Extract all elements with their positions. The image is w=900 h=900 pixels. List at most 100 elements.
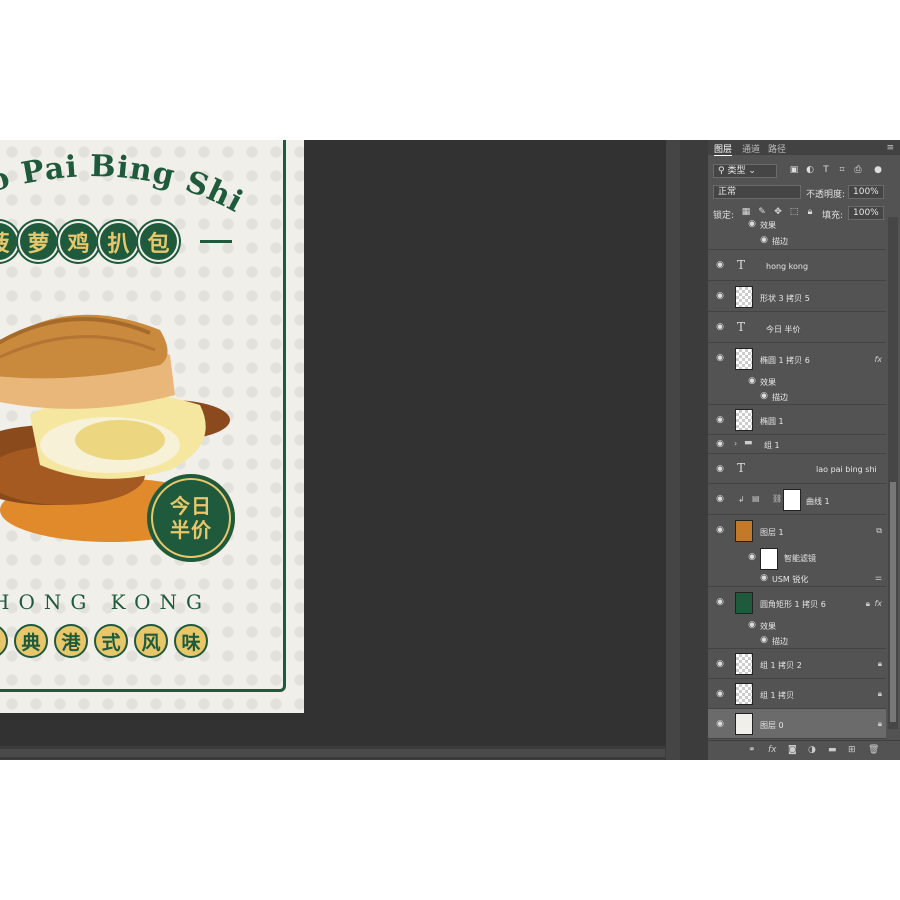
- eye-icon[interactable]: ◉: [758, 573, 770, 583]
- layer-name: 今日 半价: [766, 325, 801, 334]
- layer-name: 组 1: [764, 441, 780, 450]
- opacity-field[interactable]: 100%: [848, 185, 884, 199]
- layers-scrollbar[interactable]: [888, 217, 898, 729]
- filter-row: ⚲ 类型 ⌄ ▣ ◐ T ⌗ ⎙ ●: [708, 161, 900, 181]
- smart-filters-row[interactable]: ◉ 智能滤镜: [708, 546, 886, 570]
- layer-stroke-row[interactable]: ◉ 描边: [708, 632, 886, 649]
- new-group-icon[interactable]: ▬: [828, 745, 837, 755]
- svg-text:Lao Pai Bing Shi: Lao Pai Bing Shi: [0, 149, 249, 220]
- adjustment-filter-icon[interactable]: ◐: [804, 164, 816, 176]
- tab-layers[interactable]: 图层: [714, 142, 733, 156]
- layer-row[interactable]: ◉ 组 1 拷贝 🔒︎: [708, 679, 886, 709]
- eye-icon[interactable]: ◉: [714, 439, 726, 449]
- eye-icon[interactable]: ◉: [714, 291, 726, 301]
- eye-icon[interactable]: ◉: [746, 620, 758, 630]
- layer-thumbnail: [735, 592, 753, 614]
- layer-row[interactable]: ◉ 椭圆 1 拷贝 6 fx: [708, 343, 886, 374]
- scrollbar-thumb[interactable]: [890, 482, 896, 722]
- chevron-right-icon[interactable]: ›: [734, 439, 737, 448]
- heading-char: 萝: [20, 223, 57, 260]
- lock-icon: 🔒︎: [877, 719, 882, 728]
- filter-kind-select[interactable]: ⚲ 类型 ⌄: [713, 164, 777, 178]
- layer-thumbnail: [735, 653, 753, 675]
- layer-effects-row[interactable]: ◉ 效果: [708, 618, 886, 632]
- heading-char: 鸡: [60, 223, 97, 260]
- footer-char: 港: [54, 624, 88, 658]
- filter-options-icon[interactable]: ⚌: [875, 573, 882, 582]
- eye-icon[interactable]: ◉: [714, 415, 726, 425]
- layer-row[interactable]: ◉ 椭圆 1: [708, 405, 886, 435]
- layer-effects-row[interactable]: ◉ 效果: [708, 374, 886, 388]
- layer-row[interactable]: ◉ T hong kong: [708, 250, 886, 281]
- eye-icon[interactable]: ◉: [714, 494, 726, 504]
- eye-icon[interactable]: ◉: [714, 353, 726, 363]
- layer-row-selected[interactable]: ◉ 图层 0 🔒︎: [708, 709, 886, 739]
- link-layers-icon[interactable]: ⚭: [748, 745, 756, 755]
- panel-dock-strip: [666, 140, 708, 760]
- filter-mask-thumbnail[interactable]: [760, 548, 778, 570]
- eye-icon[interactable]: ◉: [714, 464, 726, 474]
- type-filter-icon[interactable]: T: [820, 164, 832, 176]
- horizontal-scrollbar[interactable]: [0, 746, 680, 760]
- layers-panel: 图层 通道 路径 ≡ ⚲ 类型 ⌄ ▣ ◐ T ⌗ ⎙ ● 正常 不透明度: 1…: [708, 140, 900, 760]
- eye-icon[interactable]: ◉: [758, 235, 770, 245]
- layer-group-row[interactable]: ◉ › ▬ 组 1: [708, 435, 886, 454]
- layer-row[interactable]: ◉ ↲ ▤ ⛓ 曲线 1: [708, 484, 886, 515]
- layer-stroke-row[interactable]: ◉ 描边: [708, 231, 886, 250]
- layer-name: 组 1 拷贝 2: [760, 661, 802, 670]
- layer-effects-row[interactable]: ◉ 效果: [708, 217, 886, 231]
- layer-name: 图层 0: [760, 721, 784, 730]
- eye-icon[interactable]: ◉: [758, 635, 770, 645]
- eye-icon[interactable]: ◉: [758, 391, 770, 401]
- eye-icon[interactable]: ◉: [714, 260, 726, 270]
- footer-chars: 经 典 港 式 风 味: [0, 624, 208, 658]
- filter-row[interactable]: ◉ USM 锐化 ⚌: [708, 570, 886, 587]
- layer-row[interactable]: ◉ T 今日 半价: [708, 312, 886, 343]
- delete-layer-icon[interactable]: 🗑︎: [868, 745, 879, 755]
- hong-kong-text: HONG KONG: [0, 590, 211, 614]
- layer-thumbnail: [735, 713, 753, 735]
- layer-name: 效果: [760, 378, 776, 387]
- tab-channels[interactable]: 通道: [742, 142, 760, 155]
- layer-row[interactable]: ◉ 圆角矩形 1 拷贝 6 🔒︎ fx: [708, 587, 886, 618]
- pixel-filter-icon[interactable]: ▣: [788, 164, 800, 176]
- eye-icon[interactable]: ◉: [746, 219, 758, 229]
- fx-icon[interactable]: fx: [874, 599, 882, 608]
- smartobject-filter-icon[interactable]: ⎙: [852, 164, 864, 176]
- layer-name: 描边: [772, 393, 788, 402]
- filter-toggle-icon[interactable]: ●: [872, 164, 884, 176]
- shape-filter-icon[interactable]: ⌗: [836, 164, 848, 176]
- layer-row[interactable]: ◉ 形状 3 拷贝 5: [708, 281, 886, 312]
- add-style-icon[interactable]: fx: [768, 745, 777, 755]
- blend-mode-select[interactable]: 正常: [713, 185, 801, 199]
- heading-char: 菠: [0, 223, 17, 260]
- document-canvas[interactable]: Lao Pai Bing Shi 菠 萝 鸡 扒 包 今日 半价: [0, 140, 304, 713]
- eye-icon[interactable]: ◉: [714, 689, 726, 699]
- layer-stroke-row[interactable]: ◉ 描边: [708, 388, 886, 405]
- scrollbar-thumb[interactable]: [0, 749, 665, 757]
- heading-char: 扒: [100, 223, 137, 260]
- layer-mask-thumbnail[interactable]: [783, 489, 801, 511]
- layer-name: USM 锐化: [772, 575, 809, 584]
- text-layer-icon: T: [737, 258, 746, 272]
- eye-icon[interactable]: ◉: [714, 322, 726, 332]
- new-layer-icon[interactable]: ⊞: [848, 745, 856, 755]
- layer-row[interactable]: ◉ 图层 1 ⧉: [708, 515, 886, 546]
- tab-paths[interactable]: 路径: [768, 142, 786, 155]
- eye-icon[interactable]: ◉: [746, 552, 758, 562]
- new-adjustment-icon[interactable]: ◑: [808, 745, 816, 755]
- fx-icon[interactable]: fx: [874, 355, 882, 364]
- footer-char: 式: [94, 624, 128, 658]
- eye-icon[interactable]: ◉: [714, 719, 726, 729]
- lock-icon: 🔒︎: [865, 599, 870, 608]
- layer-row[interactable]: ◉ 组 1 拷贝 2 🔒︎: [708, 649, 886, 679]
- eye-icon[interactable]: ◉: [714, 659, 726, 669]
- layer-row[interactable]: ◉ T lao pai bing shi: [708, 454, 886, 484]
- add-mask-icon[interactable]: ◙: [788, 745, 797, 755]
- layer-name: 效果: [760, 221, 776, 230]
- panel-menu-icon[interactable]: ≡: [886, 143, 894, 153]
- eye-icon[interactable]: ◉: [714, 597, 726, 607]
- eye-icon[interactable]: ◉: [746, 376, 758, 386]
- eye-icon[interactable]: ◉: [714, 525, 726, 535]
- text-layer-icon: T: [737, 320, 746, 334]
